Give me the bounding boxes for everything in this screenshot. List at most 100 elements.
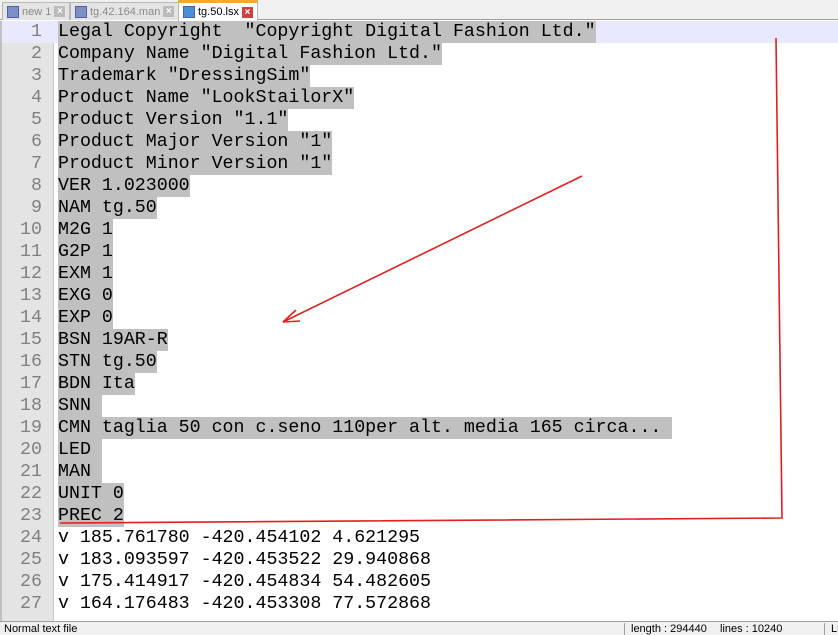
editor[interactable]: 1 Legal Copyright "Copyright Digital Fash… [0, 21, 838, 621]
line-number: 22 [20, 484, 42, 504]
file-type: Normal text file [4, 623, 78, 635]
line-number: 3 [31, 66, 42, 86]
line-number: 25 [20, 550, 42, 570]
editor-line[interactable]: 24 v 185.761780 -420.454102 4.621295 [2, 527, 838, 549]
position-readout: Ln [824, 623, 838, 635]
editor-line[interactable]: 25 v 183.093597 -420.453522 29.940868 [2, 549, 838, 571]
line-text: Product Major Version "1" [58, 131, 333, 153]
editor-line[interactable]: 27 v 164.176483 -420.453308 77.572868 [2, 593, 838, 615]
editor-line[interactable]: 1 Legal Copyright "Copyright Digital Fash… [2, 21, 838, 43]
lines-readout: lines : 10240 [720, 623, 783, 635]
close-icon[interactable]: × [163, 6, 175, 17]
line-text: Product Name "LookStailorX" [58, 87, 355, 109]
line-text: EXM 1 [58, 263, 113, 285]
line-text: NAM tg.50 [58, 197, 157, 219]
line-text: v 175.414917 -420.454834 54.482605 [58, 572, 431, 592]
line-text: Product Version "1.1" [58, 109, 289, 131]
file-save-icon [183, 6, 195, 18]
editor-line[interactable]: 12 EXM 1 [2, 263, 838, 285]
editor-line[interactable]: 3 Trademark "DressingSim" [2, 65, 838, 87]
line-number: 4 [31, 88, 42, 108]
editor-line[interactable]: 2 Company Name "Digital Fashion Ltd." [2, 43, 838, 65]
editor-line[interactable]: 20 LED [2, 439, 838, 461]
tab-new-1[interactable]: new 1 × [2, 2, 71, 20]
line-text: BDN Ita [58, 373, 135, 395]
editor-line[interactable]: 6 Product Major Version "1" [2, 131, 838, 153]
line-text: EXP 0 [58, 307, 113, 329]
line-text: M2G 1 [58, 219, 113, 241]
line-text: CMN taglia 50 con c.seno 110per alt. med… [58, 417, 673, 439]
line-number: 15 [20, 330, 42, 350]
editor-line[interactable]: 18 SNN [2, 395, 838, 417]
editor-line[interactable]: 13 EXG 0 [2, 285, 838, 307]
tab-label: tg.42.164.man [90, 5, 161, 18]
line-text: Trademark "DressingSim" [58, 65, 311, 87]
line-text: Company Name "Digital Fashion Ltd." [58, 43, 442, 65]
tab-tg-50-lsx[interactable]: tg.50.lsx × [178, 0, 258, 21]
line-text: VER 1.023000 [58, 175, 190, 197]
editor-line[interactable]: 5 Product Version "1.1" [2, 109, 838, 131]
line-number: 13 [20, 286, 42, 306]
editor-line[interactable]: 8 VER 1.023000 [2, 175, 838, 197]
line-number: 10 [20, 220, 42, 240]
editor-line[interactable]: 14 EXP 0 [2, 307, 838, 329]
line-number: 5 [31, 110, 42, 130]
editor-line[interactable]: 19 CMN taglia 50 con c.seno 110per alt. m… [2, 417, 838, 439]
editor-line[interactable]: 4 Product Name "LookStailorX" [2, 87, 838, 109]
line-text: v 185.761780 -420.454102 4.621295 [58, 528, 421, 548]
length-readout: length : 294440 [624, 623, 707, 635]
line-number: 2 [31, 44, 42, 64]
line-text: EXG 0 [58, 285, 113, 307]
editor-line[interactable]: 17 BDN Ita [2, 373, 838, 395]
line-number: 6 [31, 132, 42, 152]
line-number: 9 [31, 198, 42, 218]
line-number: 7 [31, 154, 42, 174]
line-text: Legal Copyright "Copyright Digital Fashi… [58, 21, 596, 43]
editor-line[interactable]: 15 BSN 19AR-R [2, 329, 838, 351]
editor-line[interactable]: 16 STN tg.50 [2, 351, 838, 373]
line-text: STN tg.50 [58, 351, 157, 373]
line-text: UNIT 0 [58, 483, 124, 505]
file-save-icon [7, 5, 19, 18]
close-icon[interactable]: × [54, 6, 66, 17]
line-number: 14 [20, 308, 42, 328]
line-text: Product Minor Version "1" [58, 153, 333, 175]
line-text: v 183.093597 -420.453522 29.940868 [58, 550, 431, 570]
line-number: 12 [20, 264, 42, 284]
line-number: 11 [20, 242, 42, 262]
editor-line[interactable]: 26 v 175.414917 -420.454834 54.482605 [2, 571, 838, 593]
line-number: 26 [20, 572, 42, 592]
tab-label: new 1 [22, 5, 52, 18]
line-number: 8 [31, 176, 42, 196]
file-save-icon [75, 5, 87, 18]
line-text: G2P 1 [58, 241, 113, 263]
close-icon[interactable]: × [241, 6, 253, 18]
line-text: MAN [58, 461, 102, 483]
line-number: 20 [20, 440, 42, 460]
tab-bar: new 1 × tg.42.164.man × tg.50.lsx × [0, 0, 838, 21]
tab-tg-42-164-man[interactable]: tg.42.164.man × [70, 2, 180, 20]
line-number: 27 [20, 594, 42, 614]
editor-line[interactable]: 23 PREC 2 [2, 505, 838, 527]
line-number: 1 [31, 22, 42, 42]
editor-line[interactable]: 22 UNIT 0 [2, 483, 838, 505]
line-number: 19 [20, 418, 42, 438]
editor-line[interactable]: 11 G2P 1 [2, 241, 838, 263]
line-text: PREC 2 [58, 505, 124, 527]
editor-line[interactable]: 10 M2G 1 [2, 219, 838, 241]
editor-line[interactable]: 21 MAN [2, 461, 838, 483]
line-number: 18 [20, 396, 42, 416]
line-text: SNN [58, 395, 102, 417]
line-number: 24 [20, 528, 42, 548]
line-number: 16 [20, 352, 42, 372]
editor-line[interactable]: 7 Product Minor Version "1" [2, 153, 838, 175]
editor-line[interactable]: 9 NAM tg.50 [2, 197, 838, 219]
line-text: BSN 19AR-R [58, 329, 168, 351]
line-number: 23 [20, 506, 42, 526]
line-text: LED [58, 439, 102, 461]
tab-label: tg.50.lsx [198, 6, 239, 18]
line-number: 17 [20, 374, 42, 394]
line-text: v 164.176483 -420.453308 77.572868 [58, 594, 431, 614]
status-bar: Normal text file length : 294440 lines :… [0, 621, 838, 635]
line-number: 21 [20, 462, 42, 482]
